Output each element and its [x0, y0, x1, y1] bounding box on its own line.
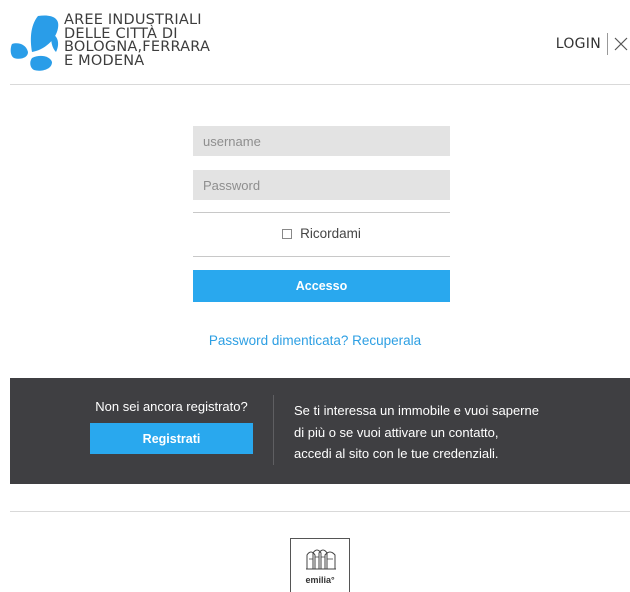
- register-prompt: Non sei ancora registrato? Registrati: [90, 399, 253, 454]
- register-info: Se ti interessa un immobile e vuoi saper…: [294, 400, 594, 465]
- emilia-badge[interactable]: emilia°: [290, 538, 350, 592]
- building-icon: [306, 549, 336, 570]
- register-info-line: accedi al sito con le tue credenziali.: [294, 446, 499, 461]
- register-info-line: Se ti interessa un immobile e vuoi saper…: [294, 403, 539, 418]
- logo-line: E MODENA: [64, 52, 145, 69]
- login-submit-button[interactable]: Accesso: [193, 270, 450, 302]
- login-link[interactable]: LOGIN: [556, 36, 601, 52]
- header-divider: [607, 33, 608, 55]
- remember-me[interactable]: Ricordami: [193, 226, 450, 241]
- footer-divider: [10, 511, 630, 512]
- logo-icon[interactable]: [8, 14, 62, 72]
- register-question: Non sei ancora registrato?: [95, 399, 248, 414]
- register-band: Non sei ancora registrato? Registrati Se…: [10, 378, 630, 484]
- forgot-password-link[interactable]: Password dimenticata? Recuperala: [0, 333, 630, 348]
- remember-label: Ricordami: [300, 226, 361, 241]
- register-button[interactable]: Registrati: [90, 423, 253, 454]
- header-divider-line: [10, 84, 630, 85]
- logo-text: AREE INDUSTRIALI DELLE CITTÀ DI BOLOGNA,…: [64, 13, 210, 69]
- password-input[interactable]: [193, 170, 450, 200]
- register-divider: [273, 395, 274, 465]
- close-icon[interactable]: [614, 37, 628, 51]
- form-divider: [193, 256, 450, 257]
- site-header: AREE INDUSTRIALI DELLE CITTÀ DI BOLOGNA,…: [0, 0, 630, 84]
- remember-checkbox[interactable]: [282, 228, 293, 239]
- register-info-line: di più o se vuoi attivare un contatto,: [294, 424, 499, 440]
- form-divider: [193, 212, 450, 213]
- header-actions: LOGIN: [556, 33, 628, 55]
- badge-label: emilia°: [305, 575, 335, 585]
- username-input[interactable]: [193, 126, 450, 156]
